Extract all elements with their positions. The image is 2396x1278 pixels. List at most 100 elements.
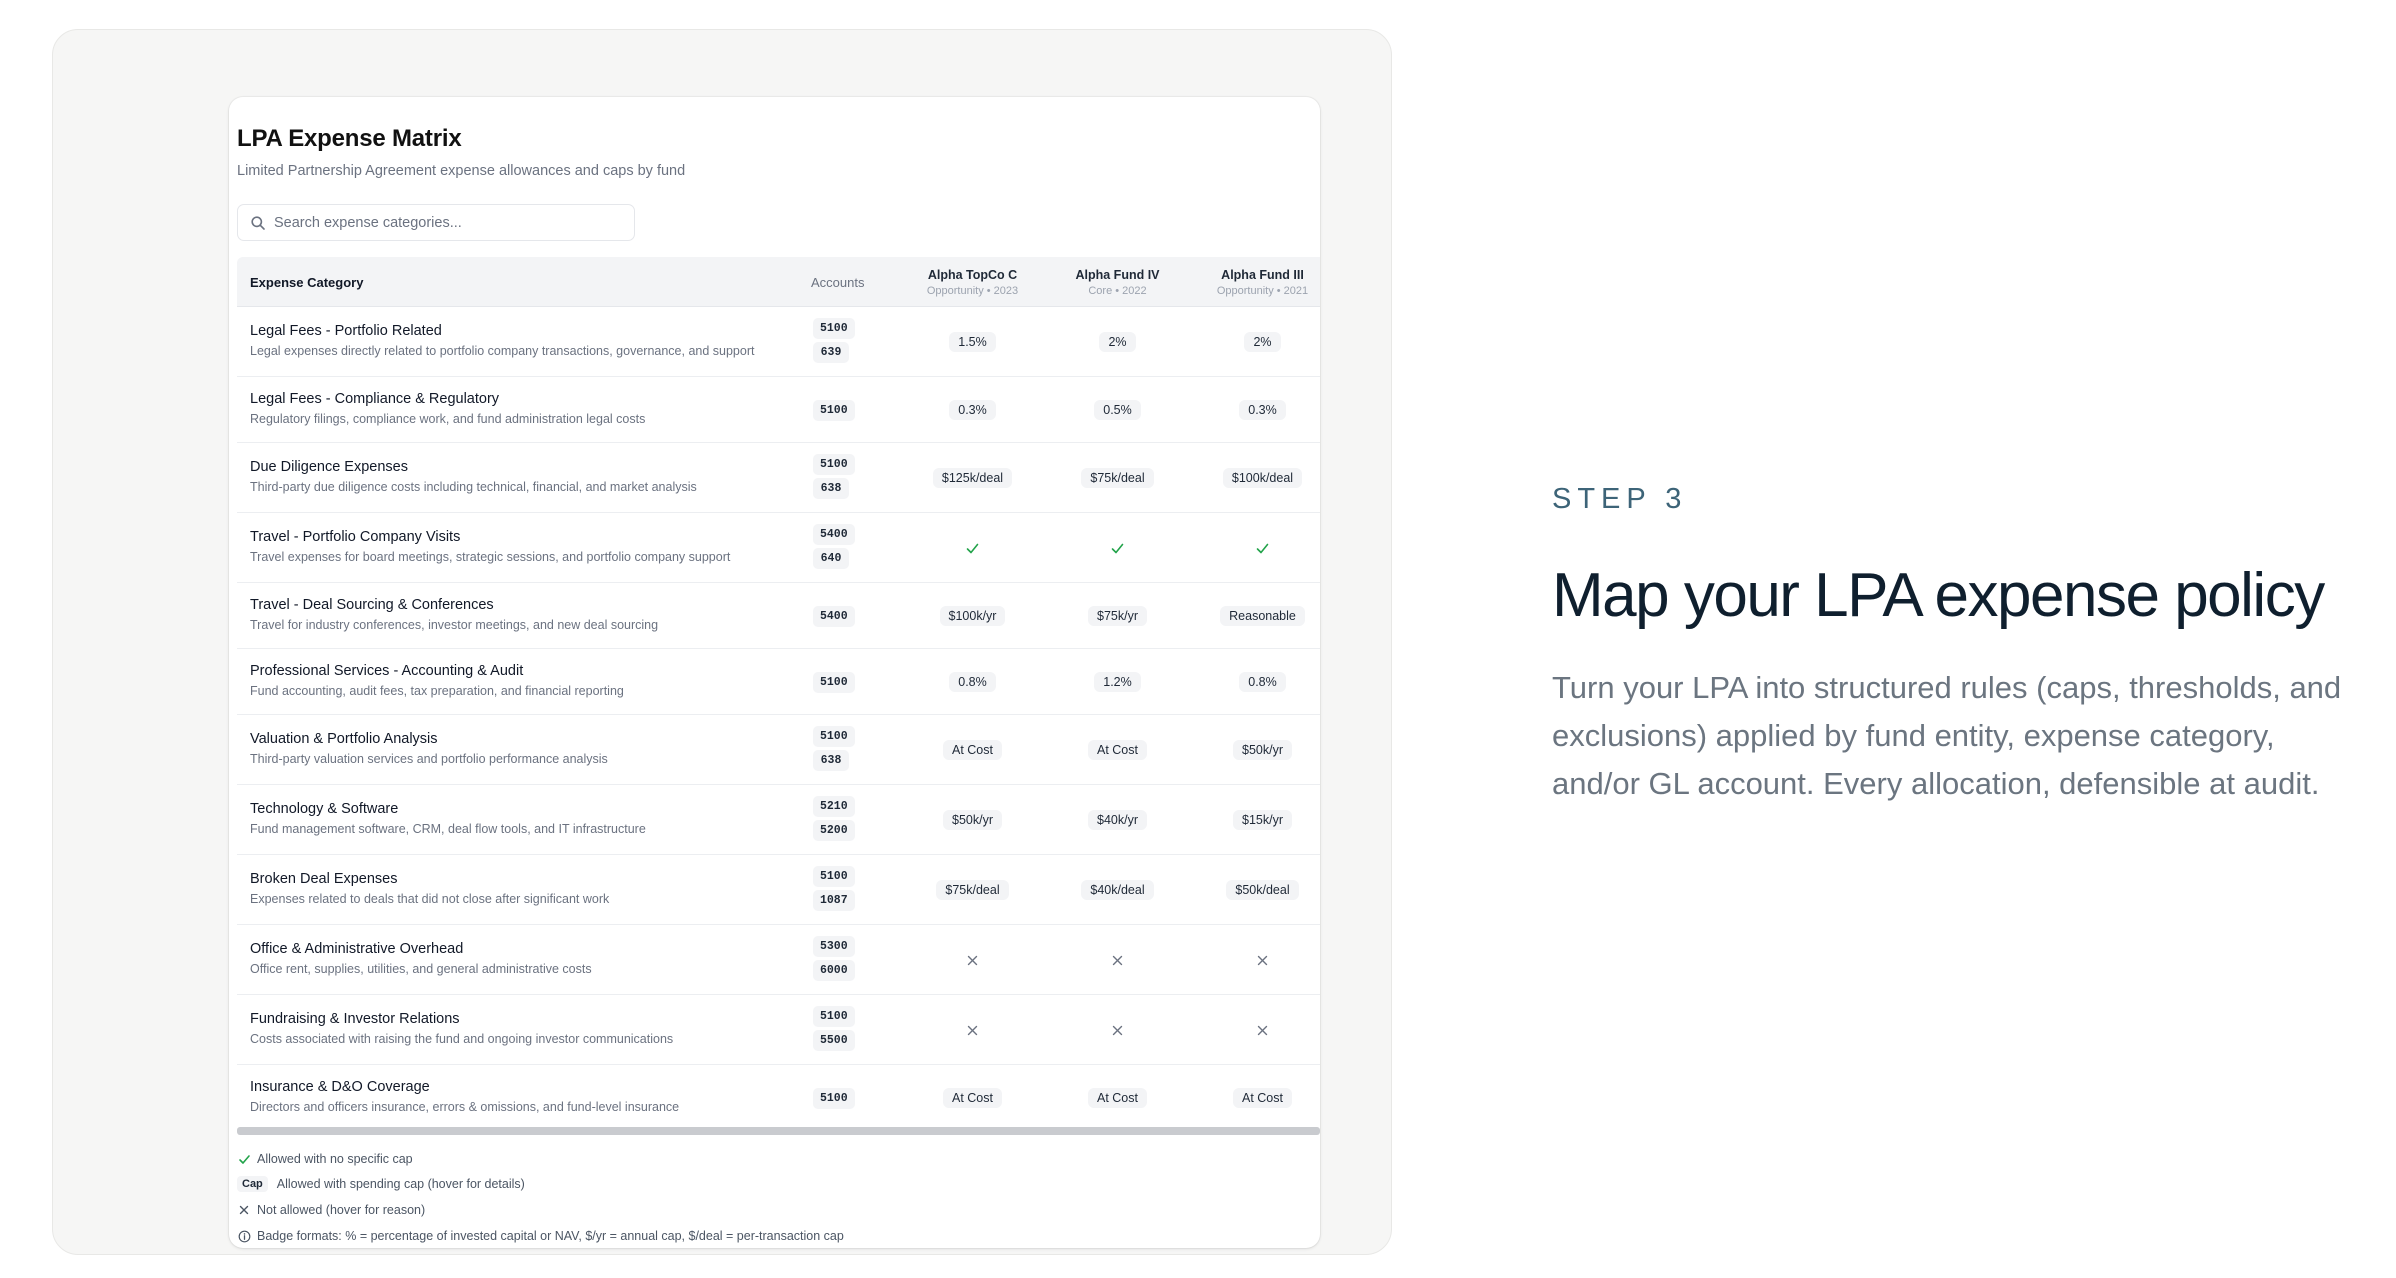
cap-badge[interactable]: 0.8%	[1239, 672, 1286, 692]
cap-cell[interactable]: Reasonable	[1190, 604, 1320, 628]
column-header-alpha-topco-c[interactable]: Alpha TopCo C Opportunity • 2023	[900, 257, 1045, 307]
cap-badge[interactable]: At Cost	[1088, 1088, 1147, 1108]
not-allowed-cell[interactable]	[1045, 1018, 1190, 1042]
cap-cell[interactable]: $125k/deal	[900, 466, 1045, 490]
table-row[interactable]: Technology & Software Fund management sof…	[237, 785, 1320, 855]
cap-badge[interactable]: 1.2%	[1094, 672, 1141, 692]
cap-badge[interactable]: 2%	[1099, 332, 1136, 352]
account-badge[interactable]: 5300	[813, 936, 855, 957]
cap-badge[interactable]: At Cost	[1088, 740, 1147, 760]
search-box[interactable]	[237, 204, 635, 241]
not-allowed-cell[interactable]	[1045, 948, 1190, 972]
table-row[interactable]: Travel - Deal Sourcing & Conferences Trav…	[237, 583, 1320, 649]
cap-badge[interactable]: At Cost	[943, 740, 1002, 760]
cap-cell[interactable]: $15k/yr	[1190, 808, 1320, 832]
not-allowed-cell[interactable]	[1190, 948, 1320, 972]
cap-badge[interactable]: $50k/yr	[943, 810, 1002, 830]
account-badge[interactable]: 5100	[813, 866, 855, 887]
account-badge[interactable]: 639	[813, 342, 849, 363]
cap-cell[interactable]: $100k/yr	[900, 604, 1045, 628]
cap-badge[interactable]: $15k/yr	[1233, 810, 1292, 830]
cap-cell[interactable]: 0.3%	[1190, 398, 1320, 422]
cap-badge[interactable]: $75k/deal	[936, 880, 1009, 900]
cap-cell[interactable]: At Cost	[1045, 738, 1190, 762]
cap-cell[interactable]: At Cost	[900, 738, 1045, 762]
cap-cell[interactable]: $50k/yr	[1190, 738, 1320, 762]
account-badge[interactable]: 640	[813, 548, 849, 569]
account-badge[interactable]: 5100	[813, 318, 855, 339]
table-row[interactable]: Due Diligence Expenses Third-party due di…	[237, 443, 1320, 513]
cap-cell[interactable]: 0.5%	[1045, 398, 1190, 422]
cap-badge[interactable]: 1.5%	[949, 332, 996, 352]
cap-badge[interactable]: 0.3%	[949, 400, 996, 420]
account-badge[interactable]: 5100	[813, 726, 855, 747]
cap-cell[interactable]: At Cost	[1045, 1086, 1190, 1110]
cap-badge[interactable]: $75k/deal	[1081, 468, 1154, 488]
not-allowed-cell[interactable]	[900, 948, 1045, 972]
cap-cell[interactable]: 1.2%	[1045, 670, 1190, 694]
cap-badge[interactable]: $40k/deal	[1081, 880, 1154, 900]
cap-badge[interactable]: 2%	[1244, 332, 1281, 352]
table-row[interactable]: Legal Fees - Compliance & Regulatory Regu…	[237, 377, 1320, 443]
cap-cell[interactable]: 2%	[1045, 330, 1190, 354]
cap-badge[interactable]: At Cost	[1233, 1088, 1292, 1108]
account-badge[interactable]: 5100	[813, 671, 855, 693]
cap-cell[interactable]: $75k/yr	[1045, 604, 1190, 628]
cap-cell[interactable]: $50k/deal	[1190, 878, 1320, 902]
cap-badge[interactable]: 0.8%	[949, 672, 996, 692]
account-badge[interactable]: 638	[813, 750, 849, 771]
account-badge[interactable]: 5500	[813, 1030, 855, 1051]
account-badge[interactable]: 5100	[813, 1006, 855, 1027]
column-header-alpha-fund-iv[interactable]: Alpha Fund IV Core • 2022	[1045, 257, 1190, 307]
column-header-category[interactable]: Expense Category	[250, 257, 363, 307]
cap-cell[interactable]: 0.3%	[900, 398, 1045, 422]
cap-badge[interactable]: 0.3%	[1239, 400, 1286, 420]
cap-cell[interactable]: At Cost	[1190, 1086, 1320, 1110]
account-badge[interactable]: 5400	[813, 524, 855, 545]
cap-cell[interactable]: 2%	[1190, 330, 1320, 354]
table-row[interactable]: Fundraising & Investor Relations Costs as…	[237, 995, 1320, 1065]
horizontal-scrollbar[interactable]	[237, 1127, 1320, 1135]
cap-badge[interactable]: $100k/yr	[939, 606, 1006, 626]
cap-cell[interactable]: At Cost	[900, 1086, 1045, 1110]
cap-cell[interactable]: $50k/yr	[900, 808, 1045, 832]
cap-cell[interactable]: 1.5%	[900, 330, 1045, 354]
account-badge[interactable]: 638	[813, 478, 849, 499]
cap-badge[interactable]: $100k/deal	[1222, 468, 1303, 488]
account-badge[interactable]: 5210	[813, 796, 855, 817]
search-input[interactable]	[274, 206, 624, 239]
column-header-alpha-fund-iii[interactable]: Alpha Fund III Opportunity • 2021	[1190, 257, 1320, 307]
cap-cell[interactable]: 0.8%	[900, 670, 1045, 694]
account-badge[interactable]: 5100	[813, 399, 855, 421]
cap-badge[interactable]: Reasonable	[1220, 606, 1305, 626]
cap-badge[interactable]: $40k/yr	[1088, 810, 1147, 830]
table-row[interactable]: Professional Services - Accounting & Aud…	[237, 649, 1320, 715]
cap-badge[interactable]: At Cost	[943, 1088, 1002, 1108]
not-allowed-cell[interactable]	[1190, 1018, 1320, 1042]
account-badge[interactable]: 5100	[813, 1087, 855, 1109]
allowed-cell[interactable]	[900, 536, 1045, 560]
cap-cell[interactable]: $75k/deal	[1045, 466, 1190, 490]
table-row[interactable]: Legal Fees - Portfolio Related Legal expe…	[237, 307, 1320, 377]
cap-cell[interactable]: $40k/yr	[1045, 808, 1190, 832]
table-row[interactable]: Travel - Portfolio Company Visits Travel …	[237, 513, 1320, 583]
cap-cell[interactable]: 0.8%	[1190, 670, 1320, 694]
table-row[interactable]: Insurance & D&O Coverage Directors and of…	[237, 1065, 1320, 1131]
table-row[interactable]: Valuation & Portfolio Analysis Third-part…	[237, 715, 1320, 785]
cap-cell[interactable]: $100k/deal	[1190, 466, 1320, 490]
allowed-cell[interactable]	[1045, 536, 1190, 560]
account-badge[interactable]: 5200	[813, 820, 855, 841]
cap-cell[interactable]: $40k/deal	[1045, 878, 1190, 902]
cap-cell[interactable]: $75k/deal	[900, 878, 1045, 902]
cap-badge[interactable]: 0.5%	[1094, 400, 1141, 420]
table-row[interactable]: Office & Administrative Overhead Office r…	[237, 925, 1320, 995]
account-badge[interactable]: 6000	[813, 960, 855, 981]
account-badge[interactable]: 5400	[813, 605, 855, 627]
cap-badge[interactable]: $75k/yr	[1088, 606, 1147, 626]
not-allowed-cell[interactable]	[900, 1018, 1045, 1042]
cap-badge[interactable]: $50k/deal	[1226, 880, 1299, 900]
cap-badge[interactable]: $50k/yr	[1233, 740, 1292, 760]
table-row[interactable]: Broken Deal Expenses Expenses related to …	[237, 855, 1320, 925]
allowed-cell[interactable]	[1190, 536, 1320, 560]
cap-badge[interactable]: $125k/deal	[932, 468, 1013, 488]
